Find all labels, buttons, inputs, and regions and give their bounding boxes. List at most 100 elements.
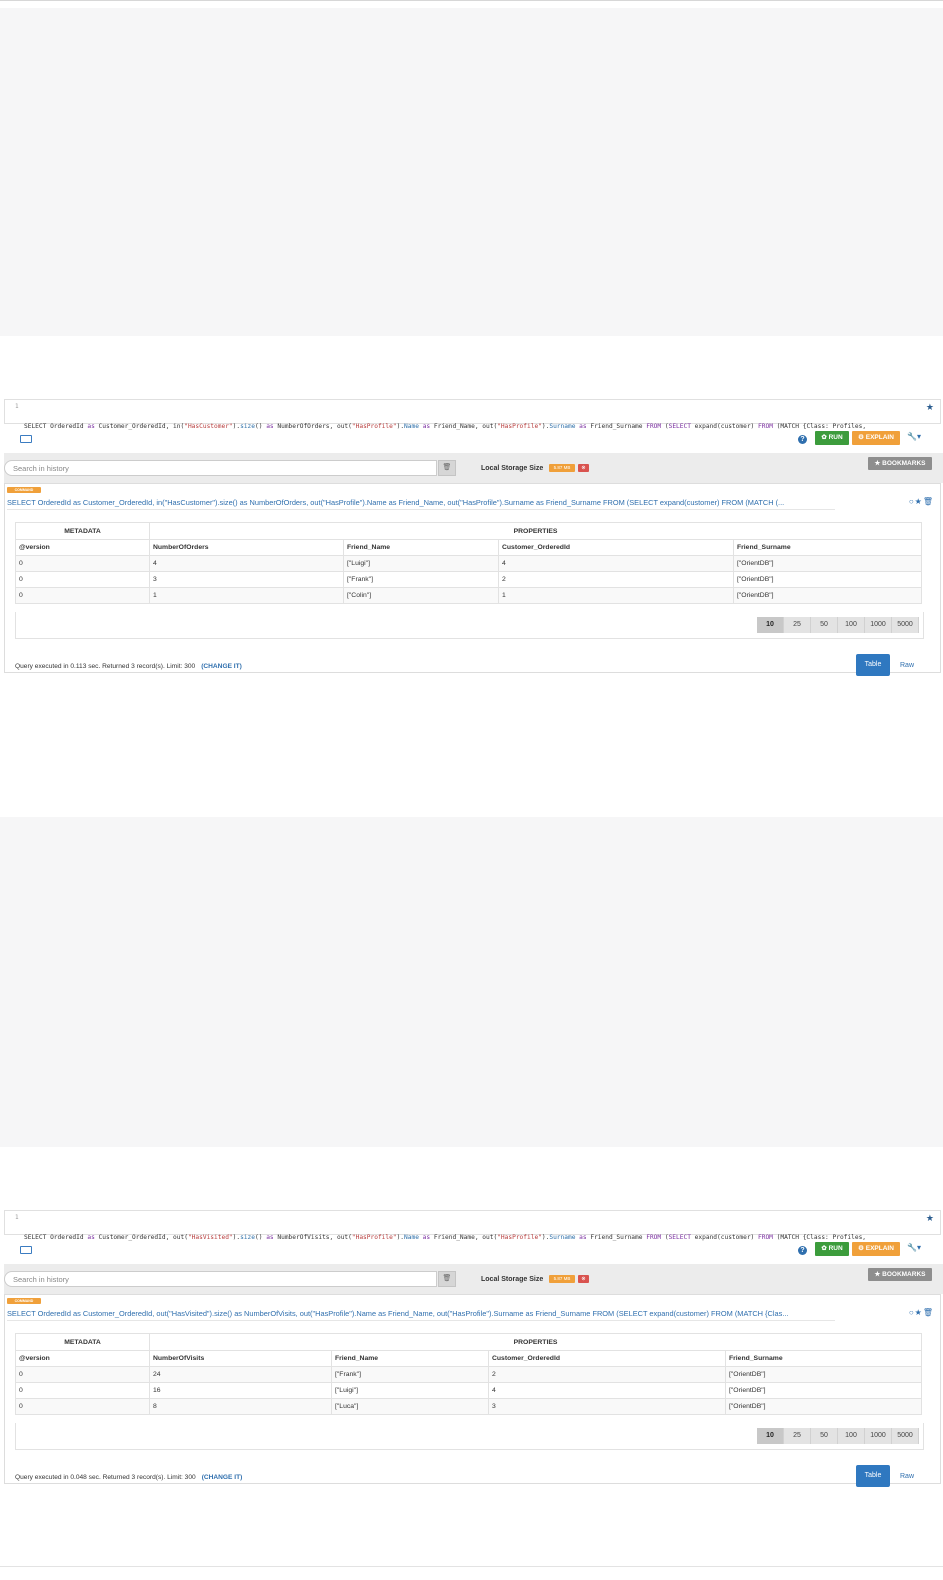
page-size-option[interactable]: 25 — [784, 617, 811, 633]
column-header[interactable]: NumberOfVisits — [149, 1350, 332, 1367]
table-row[interactable]: 0 1 ["Colin"] 1 ["OrientDB"] — [15, 587, 922, 604]
empty-area-middle — [0, 817, 943, 1147]
column-header[interactable]: NumberOfOrders — [149, 539, 344, 556]
clear-history-button[interactable]: 🗑 — [438, 460, 456, 476]
query-status: Query executed in 0.113 sec. Returned 3 … — [15, 663, 242, 670]
table-cell: ["OrientDB"] — [733, 555, 922, 572]
page-size-option[interactable]: 100 — [838, 1428, 865, 1444]
table-cell: ["OrientDB"] — [733, 571, 922, 588]
page-size-option[interactable]: 1000 — [865, 617, 892, 633]
group-metadata: METADATA — [15, 522, 150, 540]
column-header[interactable]: @version — [15, 1350, 150, 1367]
storage-label: Local Storage Size — [481, 465, 544, 472]
empty-area-top — [0, 8, 943, 336]
table-cell: 0 — [15, 1366, 150, 1383]
page-size-option[interactable]: 5000 — [892, 617, 919, 633]
table-row[interactable]: 0 16 ["Luigi"] 4 ["OrientDB"] — [15, 1382, 922, 1399]
history-bar: Search in history 🗑 Local Storage Size 5… — [4, 1264, 943, 1294]
page-size-option[interactable]: 10 — [757, 1428, 784, 1444]
column-header[interactable]: Customer_OrderedId — [488, 1350, 726, 1367]
help-icon[interactable]: ? — [798, 435, 807, 444]
result-table: METADATA PROPERTIES @version NumberOfVis… — [15, 1333, 922, 1415]
trash-icon[interactable]: 🗑 — [923, 1308, 934, 1317]
history-search-input[interactable]: Search in history — [4, 460, 437, 476]
column-header[interactable]: Friend_Surname — [725, 1350, 922, 1367]
result-actions[interactable]: ○★🗑 — [909, 497, 934, 506]
run-button[interactable]: ✿ RUN — [815, 431, 849, 445]
page-size-option[interactable]: 100 — [838, 617, 865, 633]
help-icon[interactable]: ? — [798, 1246, 807, 1255]
table-cell: 24 — [149, 1366, 332, 1383]
table-cell: ["Frank"] — [343, 571, 499, 588]
command-badge: COMMAND — [7, 487, 41, 493]
page-size-option[interactable]: 50 — [811, 1428, 838, 1444]
table-row[interactable]: 0 3 ["Frank"] 2 ["OrientDB"] — [15, 571, 922, 588]
storage-size-badge: 5.87 MB — [549, 1275, 575, 1283]
table-cell: 0 — [15, 587, 150, 604]
column-header[interactable]: Friend_Name — [343, 539, 499, 556]
status-text: Query executed in 0.113 sec. Returned 3 … — [15, 663, 196, 670]
page-size-option[interactable]: 5000 — [892, 1428, 919, 1444]
query-editor[interactable]: 1 SELECT OrderedId as Customer_OrderedId… — [4, 1210, 941, 1271]
table-cell: ["OrientDB"] — [725, 1398, 922, 1415]
result-panel: COMMAND SELECT OrderedId as Customer_Ord… — [4, 483, 941, 676]
clear-history-button[interactable]: 🗑 — [438, 1271, 456, 1287]
column-header[interactable]: Friend_Surname — [733, 539, 922, 556]
run-label: RUN — [828, 434, 843, 441]
table-view-button[interactable]: Table — [856, 1465, 890, 1487]
gear-icon: ✿ — [821, 1245, 829, 1252]
bookmarks-button[interactable]: ★ BOOKMARKS — [868, 457, 932, 470]
raw-view-link[interactable]: Raw — [900, 662, 914, 669]
column-header[interactable]: @version — [15, 539, 150, 556]
bookmark-star-icon[interactable]: ★ — [926, 402, 934, 413]
table-row[interactable]: 0 24 ["Frank"] 2 ["OrientDB"] — [15, 1366, 922, 1383]
column-header[interactable]: Friend_Name — [331, 1350, 489, 1367]
keyboard-icon[interactable] — [20, 1246, 32, 1254]
page-size-option[interactable]: 50 — [811, 617, 838, 633]
gear-icon: ✿ — [821, 434, 829, 441]
query-status: Query executed in 0.048 sec. Returned 3 … — [15, 1474, 242, 1481]
explain-icon: ⚙ — [858, 1245, 866, 1252]
column-header[interactable]: Customer_OrderedId — [498, 539, 734, 556]
run-button[interactable]: ✿ RUN — [815, 1242, 849, 1256]
wrench-icon[interactable]: 🔧▾ — [907, 432, 921, 441]
query-summary-link[interactable]: SELECT OrderedId as Customer_OrderedId, … — [7, 496, 835, 510]
bookmark-star-icon[interactable]: ★ — [915, 497, 923, 506]
change-limit-link[interactable]: (CHANGE IT) — [202, 1474, 243, 1481]
page-size-option[interactable]: 25 — [784, 1428, 811, 1444]
query-summary-link[interactable]: SELECT OrderedId as Customer_OrderedId, … — [7, 1307, 835, 1321]
history-bar: Search in history 🗑 Local Storage Size 5… — [4, 453, 943, 483]
keyboard-icon[interactable] — [20, 435, 32, 443]
page-size-option[interactable]: 1000 — [865, 1428, 892, 1444]
table-cell: 0 — [15, 1382, 150, 1399]
table-row[interactable]: 0 8 ["Luca"] 3 ["OrientDB"] — [15, 1398, 922, 1415]
raw-view-link[interactable]: Raw — [900, 1473, 914, 1480]
trash-icon[interactable]: 🗑 — [923, 497, 934, 506]
table-cell: ["OrientDB"] — [725, 1366, 922, 1383]
table-cell: 8 — [149, 1398, 332, 1415]
bookmark-star-icon[interactable]: ★ — [915, 1308, 923, 1317]
table-cell: ["OrientDB"] — [733, 587, 922, 604]
result-actions[interactable]: ○★🗑 — [909, 1308, 934, 1317]
query-editor[interactable]: 1 SELECT OrderedId as Customer_OrderedId… — [4, 399, 941, 460]
change-limit-link[interactable]: (CHANGE IT) — [201, 663, 242, 670]
explain-button[interactable]: ⚙ EXPLAIN — [852, 431, 900, 445]
query-panel-2: 1 SELECT OrderedId as Customer_OrderedId… — [4, 1210, 943, 1490]
history-search-input[interactable]: Search in history — [4, 1271, 437, 1287]
bottom-divider — [0, 1566, 943, 1567]
page-size-option[interactable]: 10 — [757, 617, 784, 633]
table-cell: ["Frank"] — [331, 1366, 489, 1383]
pager-container: 10 25 50 100 1000 5000 — [15, 1423, 924, 1450]
table-view-button[interactable]: Table — [856, 654, 890, 676]
bookmarks-button[interactable]: ★ BOOKMARKS — [868, 1268, 932, 1281]
table-row[interactable]: 0 4 ["Luigi"] 4 ["OrientDB"] — [15, 555, 922, 572]
clear-storage-button[interactable]: ⊗ — [578, 464, 589, 472]
result-panel: COMMAND SELECT OrderedId as Customer_Ord… — [4, 1294, 941, 1487]
clear-storage-button[interactable]: ⊗ — [578, 1275, 589, 1283]
wrench-icon[interactable]: 🔧▾ — [907, 1243, 921, 1252]
explain-button[interactable]: ⚙ EXPLAIN — [852, 1242, 900, 1256]
table-cell: 2 — [488, 1366, 726, 1383]
bookmark-star-icon[interactable]: ★ — [926, 1213, 934, 1224]
group-properties: PROPERTIES — [149, 1333, 922, 1351]
bookmarks-label: BOOKMARKS — [882, 460, 926, 467]
